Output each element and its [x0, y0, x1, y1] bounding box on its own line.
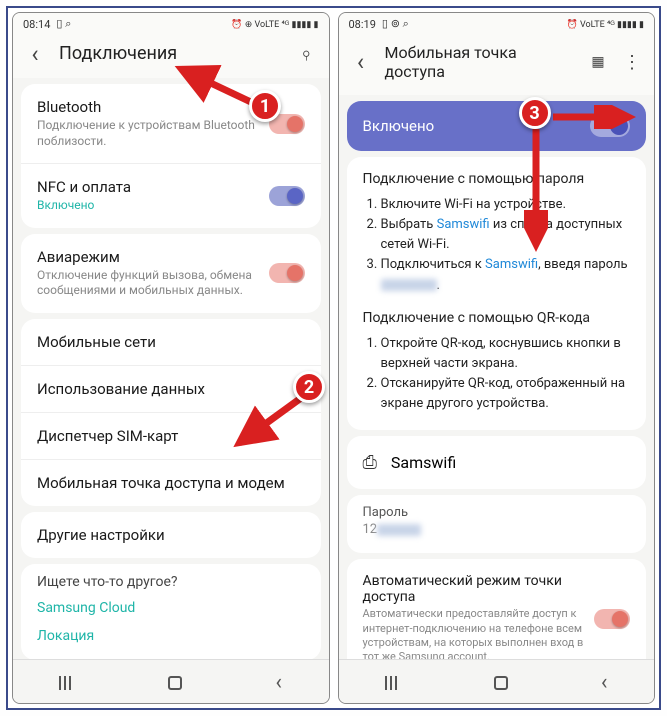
annotation-badge-2: 2	[293, 371, 325, 403]
nav-recent-icon[interactable]	[59, 676, 75, 690]
row-password[interactable]: Пароль 12	[347, 495, 647, 553]
navigation-bar	[339, 659, 655, 703]
row-sub: Подключение к устройствам Bluetooth побл…	[37, 118, 259, 149]
network-link[interactable]: Samswifi	[485, 257, 538, 272]
password-label: Пароль	[363, 505, 631, 520]
row-mobile-networks[interactable]: Мобильные сети	[21, 319, 321, 366]
row-sim-manager[interactable]: Диспетчер SIM-карт	[21, 413, 321, 460]
clock: 08:14	[23, 18, 50, 31]
row-nfc[interactable]: NFC и оплата Включено	[21, 164, 321, 228]
row-network-name[interactable]: ⎙ Samswifi	[347, 436, 647, 489]
blurred-password	[381, 279, 437, 291]
row-sub: Автоматически предоставляйте доступ к ин…	[363, 607, 585, 659]
network-name: Samswifi	[391, 453, 456, 472]
qr-icon[interactable]: ▦	[588, 52, 608, 72]
network-link[interactable]: Samswifi	[437, 217, 490, 232]
row-other-settings[interactable]: Другие настройки	[21, 512, 321, 558]
nav-home-icon[interactable]	[168, 676, 182, 690]
status-icons: ⏰ ⊕ VoLTE ⁴ᴳ ▮▮▮▮ ▮	[231, 19, 318, 30]
row-title: Bluetooth	[37, 98, 259, 116]
annotation-badge-3: 3	[519, 97, 551, 129]
row-enabled[interactable]: Включено	[347, 101, 647, 151]
more-icon[interactable]	[622, 52, 642, 72]
page-title: Мобильная точка доступа	[385, 43, 575, 81]
toggle-nfc[interactable]	[269, 186, 305, 206]
qr-steps: Откройте QR-код, коснувшись кнопки в вер…	[347, 330, 647, 425]
enabled-label: Включено	[363, 117, 435, 135]
phone-connections: 08:14▯ ⌕ ⏰ ⊕ VoLTE ⁴ᴳ ▮▮▮▮ ▮ Подключения…	[12, 12, 330, 704]
row-sub: Отключение функций вызова, обмена сообще…	[37, 268, 259, 299]
list-item: Выбрать Samswifi из списка доступных сет…	[381, 215, 631, 255]
row-title: NFC и оплата	[37, 178, 259, 196]
section-qr-connect: Подключение с помощью QR-кода	[347, 306, 647, 330]
toggle-hotspot[interactable]	[590, 115, 630, 137]
list-item: Откройте QR-код, коснувшись кнопки в вер…	[381, 334, 631, 374]
phone-hotspot: 08:19▯ ⊚ ⌕ ⏰ VoLTE ⁴ᴳ ▮▮▮▮ ▮ Мобильная т…	[338, 12, 656, 704]
blurred-password	[377, 524, 421, 536]
link-location[interactable]: Локация	[21, 622, 321, 650]
status-bar: 08:14▯ ⌕ ⏰ ⊕ VoLTE ⁴ᴳ ▮▮▮▮ ▮	[13, 13, 329, 33]
status-bar: 08:19▯ ⊚ ⌕ ⏰ VoLTE ⁴ᴳ ▮▮▮▮ ▮	[339, 13, 655, 33]
navigation-bar	[13, 659, 329, 703]
row-airplane[interactable]: Авиарежим Отключение функций вызова, обм…	[21, 234, 321, 313]
nav-home-icon[interactable]	[494, 676, 508, 690]
row-title: Автоматический режим точки доступа	[363, 573, 585, 605]
nav-back-icon[interactable]	[275, 670, 282, 695]
row-sub: Включено	[37, 198, 259, 214]
list-item: Отсканируйте QR-код, отображенный на экр…	[381, 374, 631, 414]
search-prompt: Ищете что-то другое?	[21, 564, 321, 594]
header: Мобильная точка доступа ▦	[339, 33, 655, 95]
search-icon[interactable]	[297, 44, 317, 64]
nav-back-icon[interactable]	[601, 670, 608, 695]
back-icon[interactable]	[351, 52, 371, 72]
list-item: Подключиться к Samswifi, введя пароль .	[381, 255, 631, 295]
password-steps: Включите Wi-Fi на устройстве. Выбрать Sa…	[347, 191, 647, 306]
row-data-usage[interactable]: Использование данных	[21, 366, 321, 413]
nav-recent-icon[interactable]	[385, 676, 401, 690]
back-icon[interactable]	[25, 44, 45, 64]
header: Подключения	[13, 33, 329, 78]
section-password-connect: Подключение с помощью пароля	[347, 167, 647, 191]
link-samsung-cloud[interactable]: Samsung Cloud	[21, 594, 321, 622]
list-item: Включите Wi-Fi на устройстве.	[381, 195, 631, 215]
annotation-badge-1: 1	[249, 90, 281, 122]
status-icons: ⏰ VoLTE ⁴ᴳ ▮▮▮▮ ▮	[567, 19, 644, 30]
toggle-auto-hotspot[interactable]	[594, 609, 630, 629]
row-auto-hotspot[interactable]: Автоматический режим точки доступа Автом…	[347, 559, 647, 659]
toggle-airplane[interactable]	[269, 263, 305, 283]
row-title: Авиарежим	[37, 248, 259, 266]
clock: 08:19	[349, 18, 376, 31]
hotspot-icon: ⎙	[363, 452, 377, 473]
page-title: Подключения	[59, 43, 283, 64]
row-hotspot-tethering[interactable]: Мобильная точка доступа и модем	[21, 460, 321, 506]
